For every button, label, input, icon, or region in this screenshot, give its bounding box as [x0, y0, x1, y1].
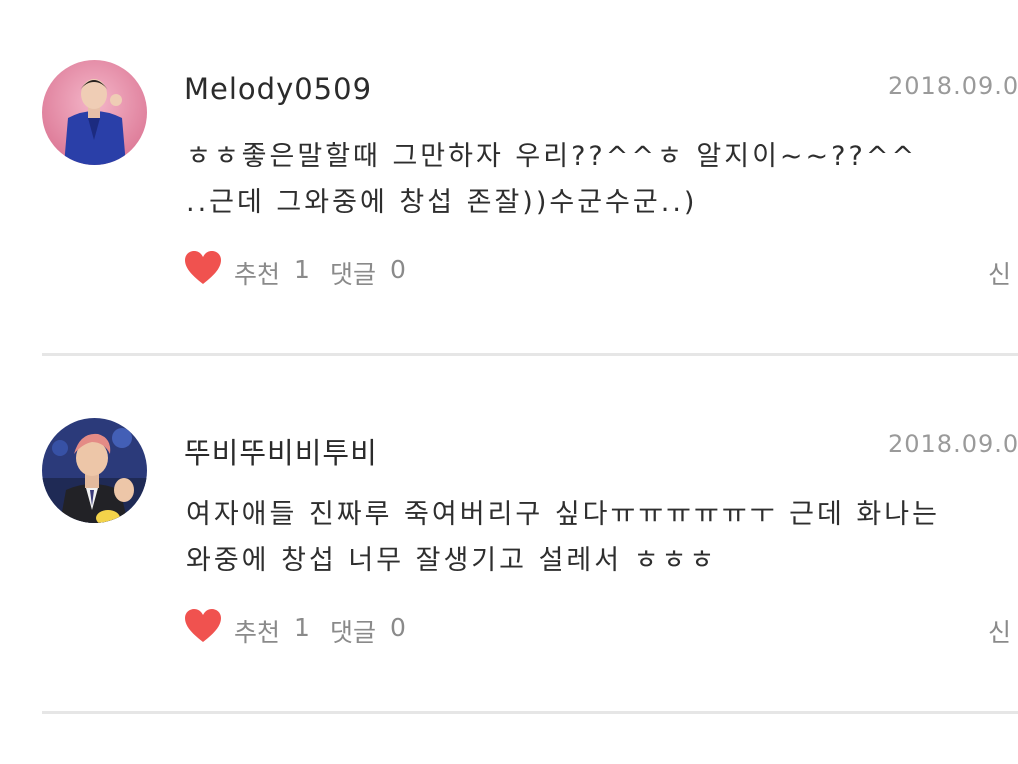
comment-text-line: 와중에 창섭 너무 잘생기고 설레서 ㅎㅎㅎ — [186, 545, 718, 576]
avatar[interactable] — [42, 418, 147, 523]
report-button[interactable]: 신 — [988, 613, 1011, 649]
avatar-image — [42, 60, 147, 165]
comment-text-line: ㅎㅎ좋은말할때 그만하자 우리??^^ㅎ 알지이~~??^^ — [186, 141, 918, 172]
recommend-label[interactable]: 추천 — [234, 255, 280, 291]
avatar[interactable] — [42, 60, 147, 165]
reply-label[interactable]: 댓글 — [330, 613, 376, 649]
comment-text-line: ..근데 그와중에 창섭 존잘))수군수군..) — [186, 187, 698, 218]
reply-count: 0 — [390, 255, 406, 284]
recommend-count: 1 — [294, 613, 310, 642]
heart-icon[interactable] — [184, 608, 222, 644]
reply-label[interactable]: 댓글 — [330, 255, 376, 291]
recommend-label[interactable]: 추천 — [234, 613, 280, 649]
heart-icon[interactable] — [184, 250, 222, 286]
comment-item: Melody0509 2018.09.0 ㅎㅎ좋은말할때 그만하자 우리??^^… — [0, 0, 1018, 356]
comment-actions: 추천 1 댓글 0 신 — [184, 608, 1018, 648]
comment-username[interactable]: Melody0509 — [184, 72, 372, 106]
reply-count: 0 — [390, 613, 406, 642]
comment-username[interactable]: 뚜비뚜비비투비 — [184, 430, 378, 472]
recommend-count: 1 — [294, 255, 310, 284]
divider — [42, 353, 1018, 356]
divider — [42, 711, 1018, 714]
comment-actions: 추천 1 댓글 0 신 — [184, 250, 1018, 290]
report-button[interactable]: 신 — [988, 255, 1011, 291]
avatar-image — [42, 418, 147, 523]
comment-date: 2018.09.0 — [888, 72, 1018, 100]
comment-date: 2018.09.0 — [888, 430, 1018, 458]
comment-text-line: 여자애들 진짜루 죽여버리구 싶다ㅠㅠㅠㅠㅠㅜ 근데 화나는 — [186, 499, 940, 530]
comment-item: 뚜비뚜비비투비 2018.09.0 여자애들 진짜루 죽여버리구 싶다ㅠㅠㅠㅠㅠ… — [0, 358, 1018, 714]
